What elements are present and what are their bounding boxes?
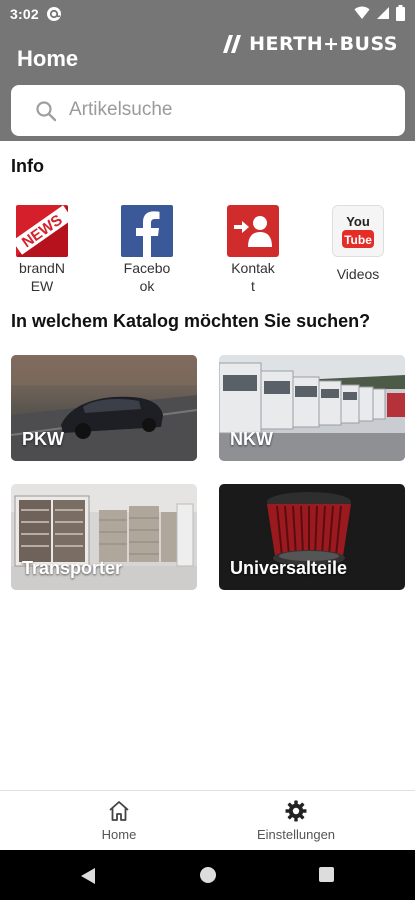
katalog-heading: In welchem Katalog möchten Sie suchen? <box>11 311 371 331</box>
catalog-card-pkw[interactable]: PKW <box>11 355 197 461</box>
news-icon: NEWS <box>16 205 68 257</box>
status-time: 3:02 <box>10 6 39 22</box>
at-notification-icon <box>47 7 61 21</box>
info-item-kontakt[interactable]: Kontak t <box>213 205 293 295</box>
status-bar: 3:02 <box>0 0 415 30</box>
facebook-icon <box>121 205 173 257</box>
catalog-card-universalteile[interactable]: Universalteile <box>219 484 405 590</box>
nav-home-label: Home <box>101 827 137 842</box>
nav-home[interactable]: Home <box>79 799 159 842</box>
info-item-label: brandN EW <box>19 260 65 294</box>
info-item-label: Facebo ok <box>123 260 171 294</box>
page-title: Home <box>17 46 79 71</box>
brand-name: HERTH+BUSS <box>249 33 398 55</box>
info-item-facebook[interactable]: Facebo ok <box>107 205 187 295</box>
nav-settings[interactable]: Einstellungen <box>246 799 346 842</box>
info-item-label: Videos <box>336 266 380 282</box>
catalog-card-nkw[interactable]: NKW <box>219 355 405 461</box>
svg-text:You: You <box>346 214 370 229</box>
catalog-card-label: Transporter <box>22 558 123 578</box>
search-input[interactable] <box>69 97 389 123</box>
signal-icon <box>377 7 389 19</box>
home-screen: 3:02 Home HERTH+BUSS Artikelsuche Info N… <box>0 0 415 900</box>
recents-icon[interactable] <box>319 867 334 882</box>
contact-icon <box>227 205 279 257</box>
search-box[interactable] <box>11 85 405 136</box>
system-navigation-bar <box>0 850 415 900</box>
catalog-card-transporter[interactable]: Transporter <box>11 484 197 590</box>
svg-text:Tube: Tube <box>344 233 372 247</box>
bottom-navigation: Home Einstellungen <box>0 790 415 850</box>
catalog-card-label: Universalteile <box>230 558 348 578</box>
info-item-label: Kontak t <box>231 260 275 294</box>
battery-icon <box>396 5 405 21</box>
nav-settings-label: Einstellungen <box>256 827 336 842</box>
info-heading: Info <box>11 156 44 176</box>
catalog-card-label: NKW <box>230 429 273 449</box>
home-icon <box>109 801 129 821</box>
search-icon <box>36 101 57 122</box>
info-item-videos[interactable]: You Tube Videos <box>318 205 398 283</box>
brand-logo: HERTH+BUSS <box>223 33 398 55</box>
status-icons <box>354 5 405 21</box>
gear-icon <box>285 800 307 822</box>
youtube-icon: You Tube <box>332 205 384 257</box>
home-circle-icon[interactable] <box>200 867 216 883</box>
app-bar: 3:02 Home HERTH+BUSS <box>0 0 415 141</box>
back-icon[interactable] <box>80 867 96 885</box>
wifi-icon <box>354 6 370 19</box>
catalog-card-label: PKW <box>22 429 64 449</box>
info-item-brandnew[interactable]: NEWS brandN EW <box>2 205 82 295</box>
brand-mark-icon <box>223 35 242 53</box>
